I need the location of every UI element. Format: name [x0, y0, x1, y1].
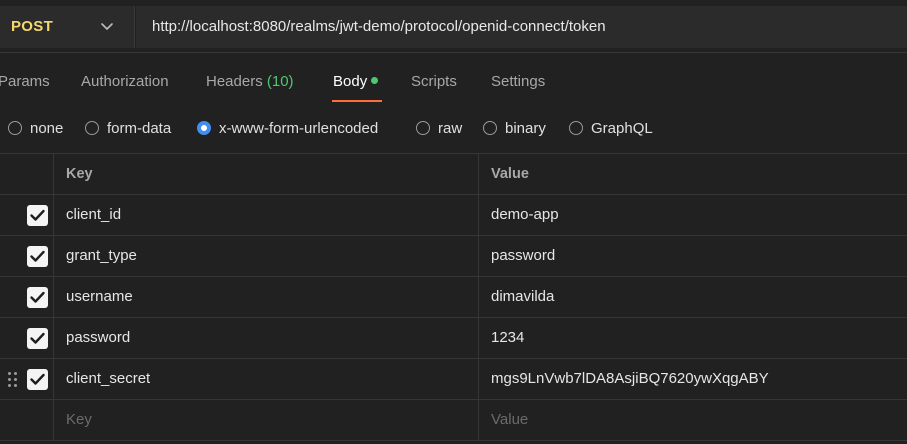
- table-row: grant_type password: [0, 236, 907, 277]
- checkmark-icon: [30, 209, 45, 221]
- row-enabled-checkbox[interactable]: [27, 369, 48, 390]
- checkmark-icon: [30, 250, 45, 262]
- key-cell[interactable]: password: [54, 318, 479, 358]
- tab-headers[interactable]: Headers (10): [206, 73, 294, 90]
- row-enabled-checkbox[interactable]: [27, 205, 48, 226]
- new-key-input[interactable]: Key: [54, 400, 479, 440]
- row-enabled-checkbox[interactable]: [27, 287, 48, 308]
- row-enabled-checkbox[interactable]: [27, 328, 48, 349]
- radio-button-icon[interactable]: [569, 121, 583, 135]
- method-selector[interactable]: POST: [0, 6, 135, 48]
- form-urlencoded-table: Key Value client_id demo-app grant_type …: [0, 153, 907, 444]
- gutter-cell: [0, 359, 54, 399]
- body-type-selector: none form-data x-www-form-urlencoded raw…: [0, 106, 907, 150]
- table-header-row: Key Value: [0, 154, 907, 195]
- radio-button-icon[interactable]: [8, 121, 22, 135]
- radio-button-icon[interactable]: [483, 121, 497, 135]
- url-input[interactable]: http://localhost:8080/realms/jwt-demo/pr…: [136, 6, 907, 48]
- tab-settings[interactable]: Settings: [491, 73, 545, 90]
- table-row: username dimavilda: [0, 277, 907, 318]
- radio-button-icon[interactable]: [85, 121, 99, 135]
- gutter-cell: [0, 400, 54, 440]
- body-active-dot-icon: [371, 77, 379, 84]
- radio-graphql[interactable]: GraphQL: [569, 118, 653, 138]
- radio-button-selected-icon[interactable]: [197, 121, 211, 135]
- value-column-header: Value: [491, 166, 529, 182]
- chevron-down-icon: [101, 23, 113, 30]
- request-tabs: Params Authorization Headers (10) Body S…: [0, 53, 907, 103]
- gutter-cell: [0, 318, 54, 358]
- method-label: POST: [11, 18, 54, 35]
- radio-binary[interactable]: binary: [483, 118, 546, 138]
- drag-handle-icon[interactable]: [7, 371, 19, 389]
- new-value-input[interactable]: Value: [479, 400, 907, 440]
- value-cell[interactable]: password: [479, 236, 907, 276]
- key-cell[interactable]: client_secret: [54, 359, 479, 399]
- tab-params[interactable]: Params: [0, 73, 50, 90]
- row-enabled-checkbox[interactable]: [27, 246, 48, 267]
- new-table-row: Key Value: [0, 400, 907, 441]
- gutter-cell: [0, 277, 54, 317]
- headers-count-badge: (10): [266, 73, 294, 90]
- radio-none[interactable]: none: [8, 118, 63, 138]
- radio-raw[interactable]: raw: [416, 118, 462, 138]
- gutter-cell: [0, 236, 54, 276]
- key-cell[interactable]: grant_type: [54, 236, 479, 276]
- key-cell[interactable]: client_id: [54, 195, 479, 235]
- tab-authorization[interactable]: Authorization: [81, 73, 169, 90]
- value-cell[interactable]: mgs9LnVwb7lDA8AsjiBQ7620ywXqgABY: [479, 359, 907, 399]
- request-bar: POST http://localhost:8080/realms/jwt-de…: [0, 0, 907, 53]
- tab-scripts[interactable]: Scripts: [411, 73, 457, 90]
- key-cell[interactable]: username: [54, 277, 479, 317]
- checkmark-icon: [30, 373, 45, 385]
- gutter-cell: [0, 195, 54, 235]
- radio-x-www-form-urlencoded[interactable]: x-www-form-urlencoded: [197, 118, 378, 138]
- checkmark-icon: [30, 291, 45, 303]
- tab-body[interactable]: Body: [333, 73, 379, 90]
- value-cell[interactable]: dimavilda: [479, 277, 907, 317]
- checkmark-icon: [30, 332, 45, 344]
- url-text: http://localhost:8080/realms/jwt-demo/pr…: [152, 18, 606, 35]
- active-tab-underline: [332, 100, 382, 102]
- value-cell[interactable]: 1234: [479, 318, 907, 358]
- gutter-cell: [0, 154, 54, 194]
- table-row: password 1234: [0, 318, 907, 359]
- table-row: client_id demo-app: [0, 195, 907, 236]
- table-row: client_secret mgs9LnVwb7lDA8AsjiBQ7620yw…: [0, 359, 907, 400]
- radio-button-icon[interactable]: [416, 121, 430, 135]
- radio-form-data[interactable]: form-data: [85, 118, 171, 138]
- value-cell[interactable]: demo-app: [479, 195, 907, 235]
- key-column-header: Key: [54, 154, 479, 194]
